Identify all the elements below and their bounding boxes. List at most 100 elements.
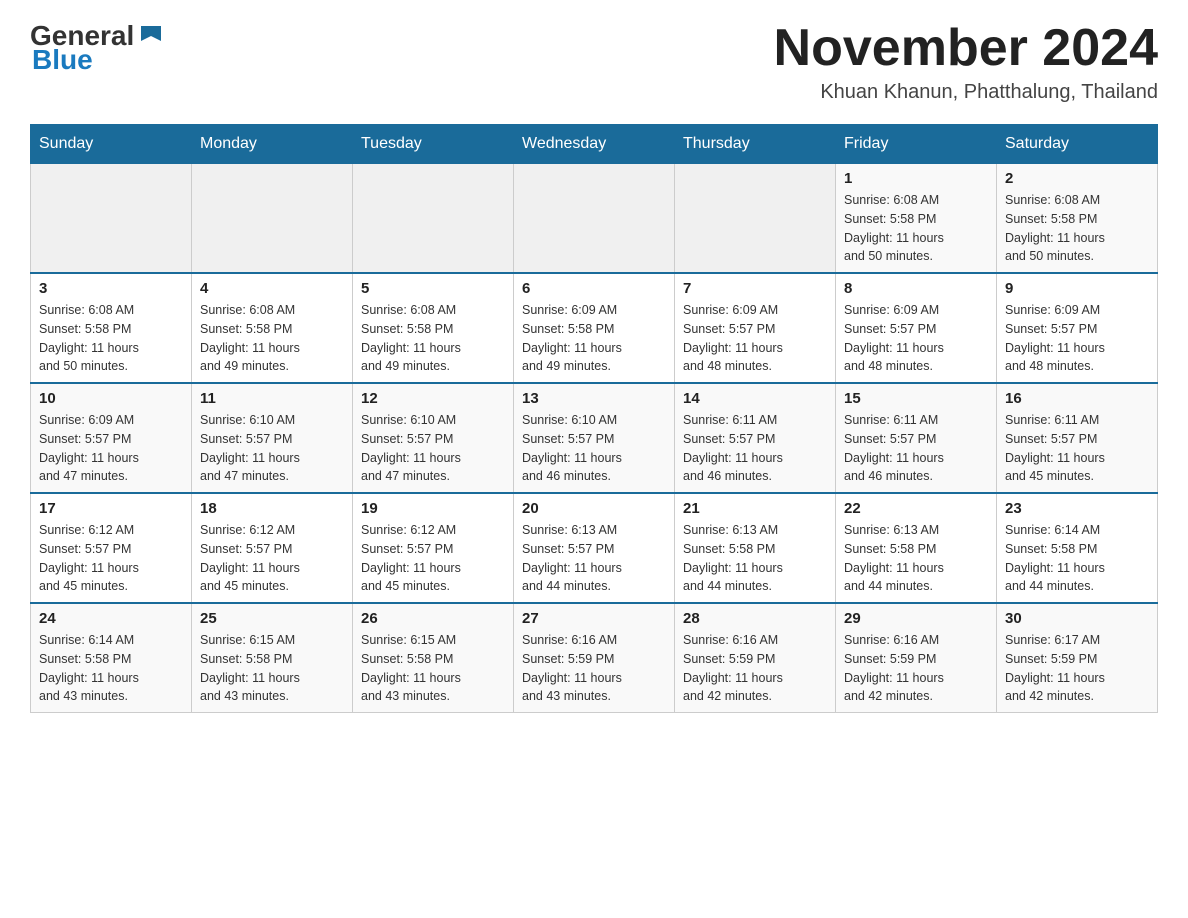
day-info: Sunrise: 6:09 AM Sunset: 5:57 PM Dayligh… [1005, 301, 1149, 376]
day-number: 22 [844, 500, 988, 517]
calendar-table: SundayMondayTuesdayWednesdayThursdayFrid… [30, 124, 1158, 713]
day-number: 9 [1005, 280, 1149, 297]
calendar-week-row: 10Sunrise: 6:09 AM Sunset: 5:57 PM Dayli… [31, 383, 1158, 493]
calendar-day-cell: 12 Sunrise: 6:10 AM Sunset: 5:57 PM Dayli… [353, 383, 514, 493]
calendar-day-cell: 26 Sunrise: 6:15 AM Sunset: 5:58 PM Dayli… [353, 603, 514, 713]
calendar-day-cell: 24 Sunrise: 6:14 AM Sunset: 5:58 PM Dayli… [31, 603, 192, 713]
day-of-week-header: Thursday [675, 125, 836, 164]
day-number: 30 [1005, 610, 1149, 627]
day-info: Sunrise: 6:10 AM Sunset: 5:57 PM Dayligh… [522, 411, 666, 486]
day-number: 3 [39, 280, 183, 297]
calendar-day-cell: 17Sunrise: 6:12 AM Sunset: 5:57 PM Dayli… [31, 493, 192, 603]
day-info: Sunrise: 6:09 AM Sunset: 5:57 PM Dayligh… [39, 411, 183, 486]
day-info: Sunrise: 6:09 AM Sunset: 5:57 PM Dayligh… [683, 301, 827, 376]
day-number: 18 [200, 500, 344, 517]
day-number: 11 [200, 390, 344, 407]
calendar-day-cell: 16Sunrise: 6:11 AM Sunset: 5:57 PM Dayli… [997, 383, 1158, 493]
day-info: Sunrise: 6:08 AM Sunset: 5:58 PM Dayligh… [39, 301, 183, 376]
month-title: November 2024 [774, 20, 1158, 77]
title-block: November 2024 Khuan Khanun, Phatthalung,… [774, 20, 1158, 104]
day-info: Sunrise: 6:13 AM Sunset: 5:58 PM Dayligh… [683, 521, 827, 596]
day-of-week-header: Tuesday [353, 125, 514, 164]
day-number: 8 [844, 280, 988, 297]
day-number: 24 [39, 610, 183, 627]
calendar-day-cell: 29 Sunrise: 6:16 AM Sunset: 5:59 PM Dayli… [836, 603, 997, 713]
day-info: Sunrise: 6:14 AM Sunset: 5:58 PM Dayligh… [1005, 521, 1149, 596]
day-info: Sunrise: 6:11 AM Sunset: 5:57 PM Dayligh… [844, 411, 988, 486]
day-number: 28 [683, 610, 827, 627]
calendar-day-cell: 21Sunrise: 6:13 AM Sunset: 5:58 PM Dayli… [675, 493, 836, 603]
day-number: 13 [522, 390, 666, 407]
calendar-day-cell: 25Sunrise: 6:15 AM Sunset: 5:58 PM Dayli… [192, 603, 353, 713]
day-info: Sunrise: 6:08 AM Sunset: 5:58 PM Dayligh… [200, 301, 344, 376]
day-info: Sunrise: 6:08 AM Sunset: 5:58 PM Dayligh… [844, 191, 988, 266]
calendar-day-cell: 28 Sunrise: 6:16 AM Sunset: 5:59 PM Dayli… [675, 603, 836, 713]
logo-blue-text: Blue [32, 44, 93, 76]
location-subtitle: Khuan Khanun, Phatthalung, Thailand [774, 81, 1158, 104]
day-number: 20 [522, 500, 666, 517]
calendar-day-cell [353, 164, 514, 274]
logo-flag-icon [136, 21, 166, 51]
day-number: 15 [844, 390, 988, 407]
day-info: Sunrise: 6:13 AM Sunset: 5:57 PM Dayligh… [522, 521, 666, 596]
day-info: Sunrise: 6:11 AM Sunset: 5:57 PM Dayligh… [683, 411, 827, 486]
day-number: 6 [522, 280, 666, 297]
calendar-day-cell: 6 Sunrise: 6:09 AM Sunset: 5:58 PM Daylig… [514, 273, 675, 383]
day-info: Sunrise: 6:12 AM Sunset: 5:57 PM Dayligh… [39, 521, 183, 596]
day-info: Sunrise: 6:12 AM Sunset: 5:57 PM Dayligh… [361, 521, 505, 596]
day-of-week-header: Saturday [997, 125, 1158, 164]
day-info: Sunrise: 6:13 AM Sunset: 5:58 PM Dayligh… [844, 521, 988, 596]
calendar-day-cell: 27 Sunrise: 6:16 AM Sunset: 5:59 PM Dayli… [514, 603, 675, 713]
day-number: 5 [361, 280, 505, 297]
calendar-day-cell: 23 Sunrise: 6:14 AM Sunset: 5:58 PM Dayli… [997, 493, 1158, 603]
day-info: Sunrise: 6:10 AM Sunset: 5:57 PM Dayligh… [361, 411, 505, 486]
calendar-day-cell: 8 Sunrise: 6:09 AM Sunset: 5:57 PM Daylig… [836, 273, 997, 383]
day-info: Sunrise: 6:16 AM Sunset: 5:59 PM Dayligh… [522, 631, 666, 706]
calendar-day-cell: 10Sunrise: 6:09 AM Sunset: 5:57 PM Dayli… [31, 383, 192, 493]
page-header: General Blue November 2024 Khuan Khanun,… [30, 20, 1158, 104]
day-number: 1 [844, 170, 988, 187]
day-number: 27 [522, 610, 666, 627]
calendar-day-cell [31, 164, 192, 274]
day-number: 12 [361, 390, 505, 407]
calendar-day-cell [192, 164, 353, 274]
day-number: 26 [361, 610, 505, 627]
calendar-day-cell: 20 Sunrise: 6:13 AM Sunset: 5:57 PM Dayli… [514, 493, 675, 603]
calendar-day-cell: 22 Sunrise: 6:13 AM Sunset: 5:58 PM Dayli… [836, 493, 997, 603]
calendar-week-row: 17Sunrise: 6:12 AM Sunset: 5:57 PM Dayli… [31, 493, 1158, 603]
calendar-day-cell: 5 Sunrise: 6:08 AM Sunset: 5:58 PM Daylig… [353, 273, 514, 383]
calendar-day-cell: 30Sunrise: 6:17 AM Sunset: 5:59 PM Dayli… [997, 603, 1158, 713]
calendar-day-cell: 2Sunrise: 6:08 AM Sunset: 5:58 PM Daylig… [997, 164, 1158, 274]
calendar-day-cell: 4 Sunrise: 6:08 AM Sunset: 5:58 PM Daylig… [192, 273, 353, 383]
day-of-week-header: Friday [836, 125, 997, 164]
day-number: 16 [1005, 390, 1149, 407]
day-info: Sunrise: 6:16 AM Sunset: 5:59 PM Dayligh… [844, 631, 988, 706]
day-number: 29 [844, 610, 988, 627]
day-info: Sunrise: 6:09 AM Sunset: 5:58 PM Dayligh… [522, 301, 666, 376]
day-info: Sunrise: 6:09 AM Sunset: 5:57 PM Dayligh… [844, 301, 988, 376]
calendar-day-cell: 19Sunrise: 6:12 AM Sunset: 5:57 PM Dayli… [353, 493, 514, 603]
day-number: 23 [1005, 500, 1149, 517]
calendar-week-row: 24 Sunrise: 6:14 AM Sunset: 5:58 PM Dayli… [31, 603, 1158, 713]
day-number: 25 [200, 610, 344, 627]
day-of-week-header: Wednesday [514, 125, 675, 164]
calendar-day-cell: 15 Sunrise: 6:11 AM Sunset: 5:57 PM Dayli… [836, 383, 997, 493]
day-info: Sunrise: 6:12 AM Sunset: 5:57 PM Dayligh… [200, 521, 344, 596]
calendar-day-cell: 7 Sunrise: 6:09 AM Sunset: 5:57 PM Daylig… [675, 273, 836, 383]
day-info: Sunrise: 6:15 AM Sunset: 5:58 PM Dayligh… [361, 631, 505, 706]
day-info: Sunrise: 6:14 AM Sunset: 5:58 PM Dayligh… [39, 631, 183, 706]
day-of-week-header: Monday [192, 125, 353, 164]
calendar-day-cell: 1 Sunrise: 6:08 AM Sunset: 5:58 PM Daylig… [836, 164, 997, 274]
day-info: Sunrise: 6:16 AM Sunset: 5:59 PM Dayligh… [683, 631, 827, 706]
calendar-week-row: 3 Sunrise: 6:08 AM Sunset: 5:58 PM Daylig… [31, 273, 1158, 383]
day-info: Sunrise: 6:08 AM Sunset: 5:58 PM Dayligh… [1005, 191, 1149, 266]
calendar-day-cell: 11Sunrise: 6:10 AM Sunset: 5:57 PM Dayli… [192, 383, 353, 493]
calendar-day-cell [675, 164, 836, 274]
calendar-header-row: SundayMondayTuesdayWednesdayThursdayFrid… [31, 125, 1158, 164]
calendar-day-cell: 9 Sunrise: 6:09 AM Sunset: 5:57 PM Daylig… [997, 273, 1158, 383]
day-number: 7 [683, 280, 827, 297]
day-number: 4 [200, 280, 344, 297]
day-info: Sunrise: 6:08 AM Sunset: 5:58 PM Dayligh… [361, 301, 505, 376]
calendar-day-cell: 3 Sunrise: 6:08 AM Sunset: 5:58 PM Daylig… [31, 273, 192, 383]
day-of-week-header: Sunday [31, 125, 192, 164]
